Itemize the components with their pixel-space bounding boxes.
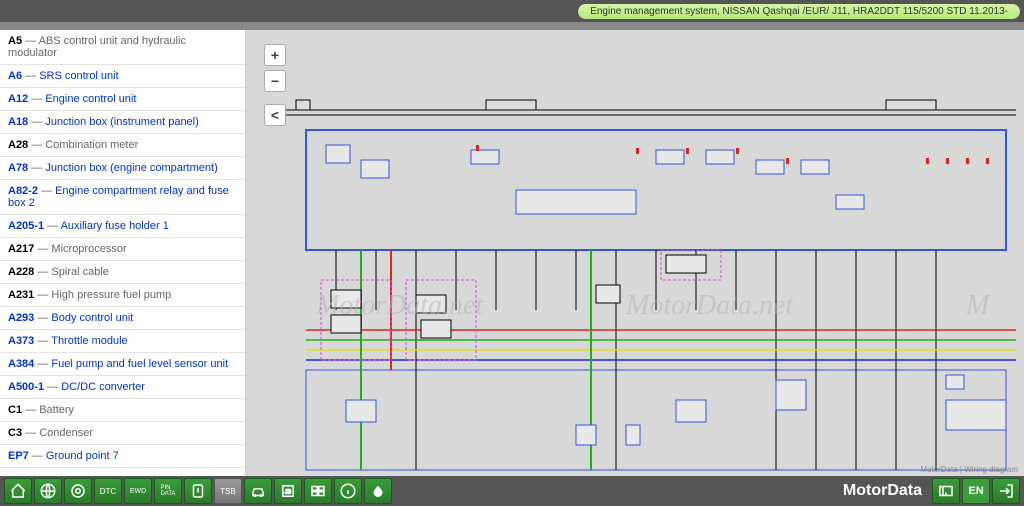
sidebar-item[interactable]: A231 — High pressure fuel pump [0,284,245,307]
info-button[interactable] [334,478,362,504]
grid-button[interactable] [304,478,332,504]
page-title: Engine management system, NISSAN Qashqai… [578,4,1020,19]
component-desc: Auxiliary fuse holder 1 [61,220,169,232]
sidebar-item[interactable]: A373 — Throttle module [0,330,245,353]
component-desc: Body control unit [51,312,133,324]
component-desc: DC/DC converter [61,381,145,393]
component-code: A293 [8,312,34,324]
bottom-toolbar: DTC EWD PINDATA TSB JB MotorData EN [0,476,1024,506]
sidebar-item[interactable]: A228 — Spiral cable [0,261,245,284]
diagram-viewport[interactable]: + − < [246,30,1024,476]
sidebar-item[interactable]: A18 — Junction box (instrument panel) [0,111,245,134]
component-sidebar[interactable]: A5 — ABS control unit and hydraulic modu… [0,30,246,476]
sidebar-item[interactable]: A12 — Engine control unit [0,88,245,111]
pindata-button[interactable]: PINDATA [154,478,182,504]
brand-label: MotorData [843,482,922,500]
zoom-in-button[interactable]: + [264,44,286,66]
component-code: A18 [8,116,28,128]
dtc-button[interactable]: DTC [94,478,122,504]
target-button[interactable] [64,478,92,504]
sidebar-item[interactable]: A293 — Body control unit [0,307,245,330]
component-desc: Battery [39,404,74,416]
component-code: A6 [8,70,22,82]
oil-button[interactable] [364,478,392,504]
component-desc: Throttle module [51,335,127,347]
component-code: A78 [8,162,28,174]
zoom-out-button[interactable]: − [264,70,286,92]
zoom-controls: + − < [264,44,286,126]
component-desc: SRS control unit [39,70,118,82]
home-button[interactable] [4,478,32,504]
component-code: A28 [8,139,28,151]
component-code: A205-1 [8,220,44,232]
component-desc: Microprocessor [51,243,126,255]
sidebar-item[interactable]: C3 — Condenser [0,422,245,445]
component-desc: Engine control unit [45,93,136,105]
component-code: A82-2 [8,185,38,197]
component-desc: Ground point 7 [46,450,119,462]
component-desc: Junction box (engine compartment) [45,162,217,174]
sidebar-item[interactable]: A5 — ABS control unit and hydraulic modu… [0,30,245,65]
ewd-button[interactable]: EWD [124,478,152,504]
sidebar-item[interactable]: A384 — Fuel pump and fuel level sensor u… [0,353,245,376]
gauge-button[interactable] [184,478,212,504]
sidebar-item[interactable]: A205-1 — Auxiliary fuse holder 1 [0,215,245,238]
main-area: A5 — ABS control unit and hydraulic modu… [0,30,1024,476]
globe-button[interactable] [34,478,62,504]
component-code: C3 [8,427,22,439]
component-code: EP7 [8,450,29,462]
component-desc: Combination meter [45,139,138,151]
sidebar-item[interactable]: A500-1 — DC/DC converter [0,376,245,399]
sidebar-item[interactable]: EP7 — Ground point 7 [0,445,245,468]
wiring-diagram [246,30,1024,476]
back-button[interactable]: < [264,104,286,126]
component-code: A373 [8,335,34,347]
jb-button[interactable]: JB [274,478,302,504]
credit-text: MotorData | Wiring diagram [920,465,1018,474]
help-button[interactable] [932,478,960,504]
component-code: A231 [8,289,34,301]
language-button[interactable]: EN [962,478,990,504]
exit-button[interactable] [992,478,1020,504]
component-code: A228 [8,266,34,278]
top-bar: Engine management system, NISSAN Qashqai… [0,0,1024,22]
sidebar-item[interactable]: A78 — Junction box (engine compartment) [0,157,245,180]
component-code: A217 [8,243,34,255]
component-desc: Spiral cable [51,266,108,278]
component-desc: Fuel pump and fuel level sensor unit [51,358,228,370]
component-desc: Condenser [39,427,93,439]
sidebar-item[interactable]: C1 — Battery [0,399,245,422]
sidebar-item[interactable]: A217 — Microprocessor [0,238,245,261]
svg-text:JB: JB [285,489,292,495]
component-code: C1 [8,404,22,416]
tsb-button[interactable]: TSB [214,478,242,504]
sidebar-item[interactable]: A6 — SRS control unit [0,65,245,88]
component-desc: Junction box (instrument panel) [45,116,198,128]
component-code: A12 [8,93,28,105]
component-code: A384 [8,358,34,370]
sidebar-item[interactable]: A28 — Combination meter [0,134,245,157]
sidebar-item[interactable]: A82-2 — Engine compartment relay and fus… [0,180,245,215]
component-code: A500-1 [8,381,44,393]
component-desc: High pressure fuel pump [51,289,171,301]
car-button[interactable] [244,478,272,504]
divider [0,22,1024,30]
component-code: A5 [8,35,22,47]
